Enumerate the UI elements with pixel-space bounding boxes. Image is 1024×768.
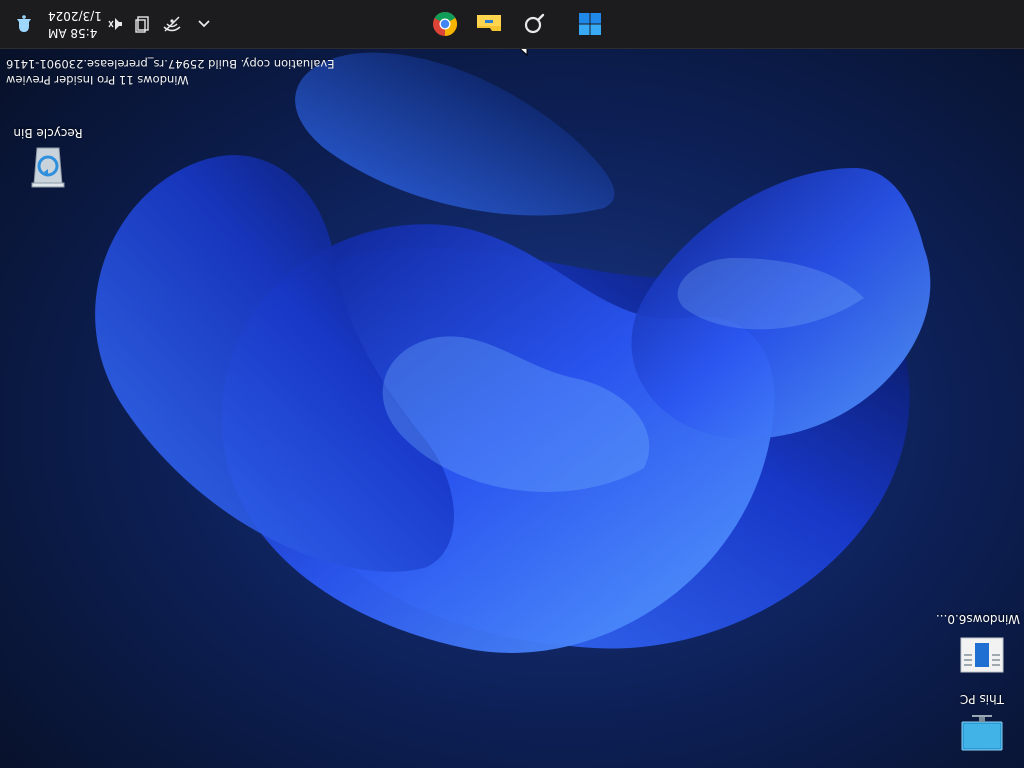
speaker-icon [108, 18, 122, 30]
desktop-icon-recycle-bin[interactable]: Recycle Bin [10, 126, 86, 192]
chrome-button[interactable] [427, 6, 463, 42]
desktop-icon-label: Recycle Bin [13, 126, 83, 140]
desktop-icon-label: Windows6.0... [935, 612, 1020, 626]
tray-device[interactable] [128, 0, 156, 48]
taskbar-clock[interactable]: 4:58 AM 1/3/2024 [48, 7, 102, 41]
desktop-icon-windows-file[interactable]: Windows6.0... [935, 612, 1020, 678]
recycle-bin-icon [31, 147, 65, 188]
volume-icon [135, 16, 149, 33]
start-button[interactable] [572, 6, 608, 42]
chevron-up-icon [198, 20, 210, 28]
evaluation-watermark: Windows 11 Pro Insider Preview Evaluatio… [6, 56, 334, 88]
clock-date: 1/3/2024 [48, 9, 102, 23]
taskbar: 4:58 AM 1/3/2024 [0, 0, 1024, 49]
tray-network[interactable] [158, 0, 186, 48]
document-icon [960, 637, 1004, 673]
start-icon [579, 13, 601, 35]
watermark-build: Evaluation copy. Build 25947.rs_prerelea… [6, 57, 335, 71]
monitor-icon [961, 715, 1003, 751]
desktop-screen: This PC Windows6.0... Recycle Bin Window… [0, 0, 1024, 768]
file-explorer-button[interactable] [471, 6, 507, 42]
watermark-edition: Windows 11 Pro Insider Preview [6, 73, 189, 87]
tray-overflow-button[interactable] [190, 0, 218, 48]
file-explorer-icon [477, 15, 501, 31]
chrome-icon [433, 11, 458, 36]
search-button[interactable] [516, 6, 552, 42]
desktop-icon-this-pc[interactable]: This PC [944, 692, 1020, 758]
bell-icon [17, 15, 31, 32]
tray-speaker[interactable] [104, 0, 128, 48]
notification-button[interactable] [8, 0, 40, 48]
clock-time: 4:58 AM [48, 26, 98, 40]
search-icon [524, 13, 545, 34]
wallpaper [0, 0, 1024, 768]
network-icon [163, 16, 181, 32]
desktop-icon-label: This PC [960, 692, 1004, 706]
